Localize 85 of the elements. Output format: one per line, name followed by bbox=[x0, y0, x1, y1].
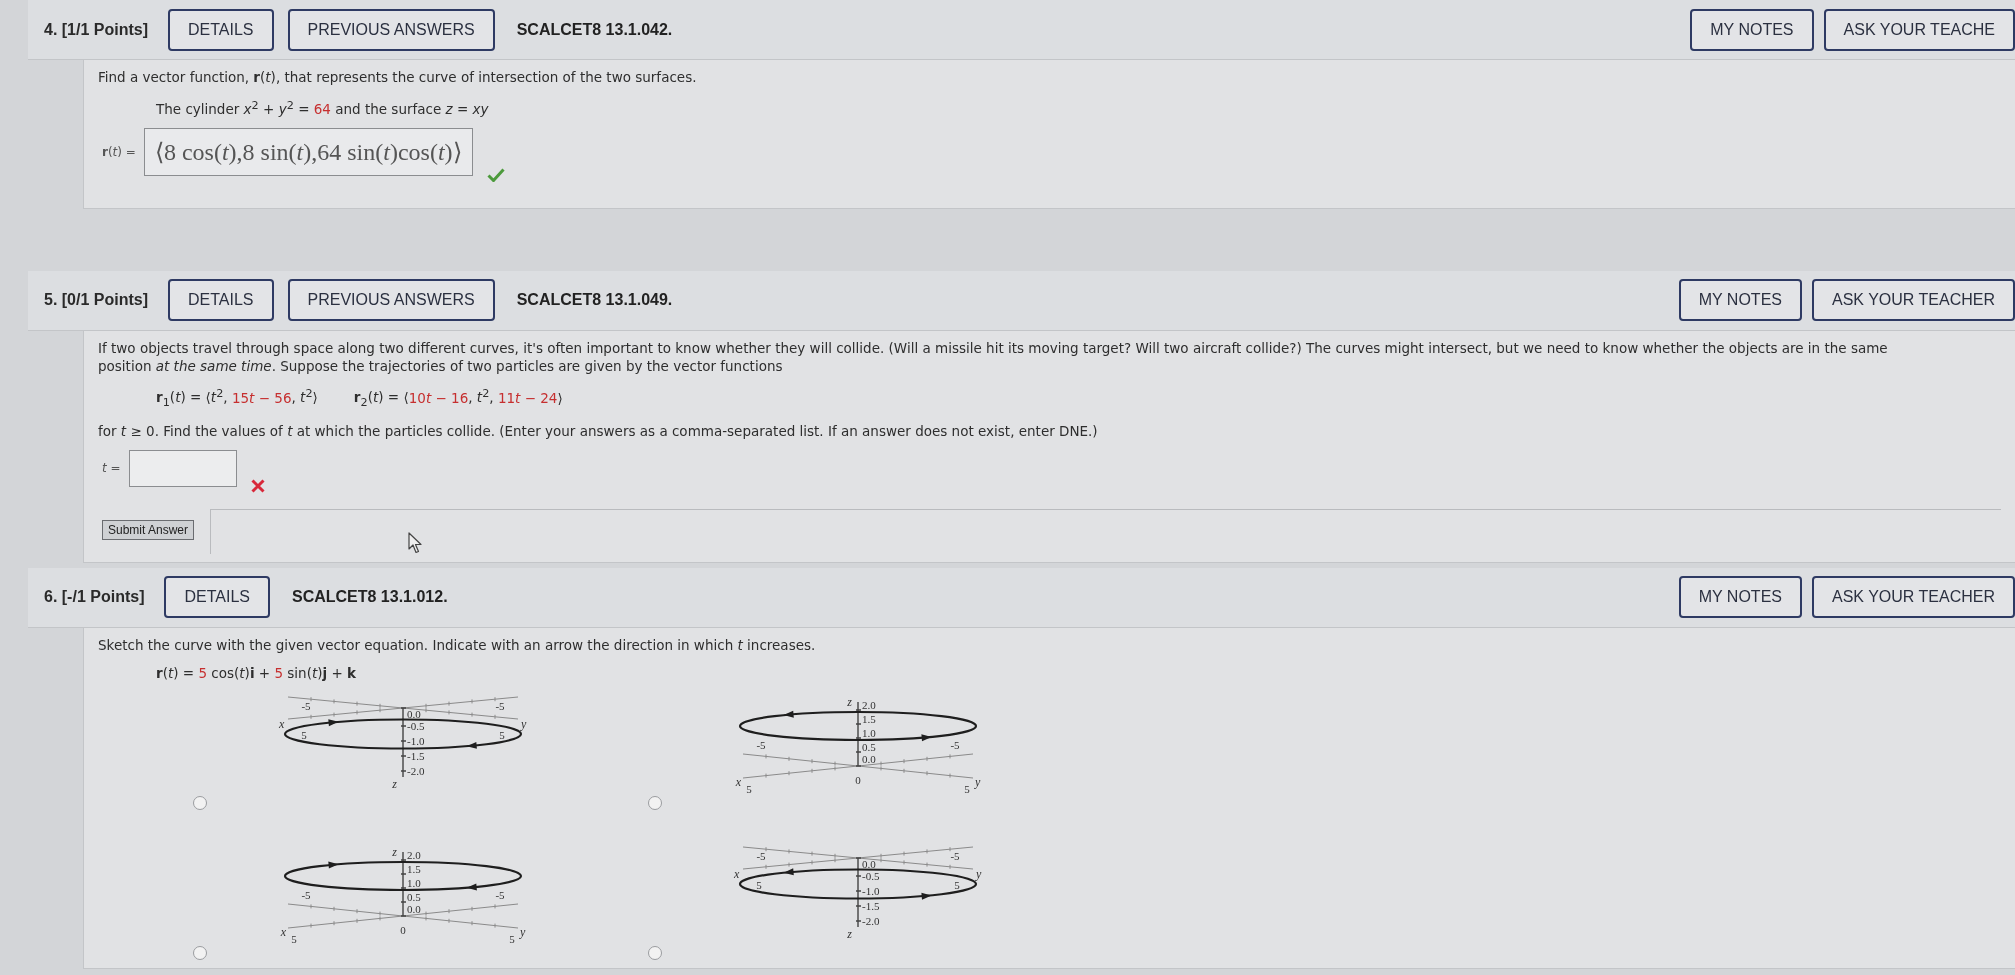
tick-label: 5 bbox=[301, 728, 307, 741]
tick-label: -1.5 bbox=[407, 749, 425, 762]
tick-label: -1.0 bbox=[862, 884, 880, 897]
axis-label: z bbox=[392, 776, 397, 791]
tick-label: -5 bbox=[301, 699, 311, 712]
tick-label: 1.0 bbox=[407, 876, 421, 889]
equation: r(t) = 5 cos(t)i + 5 sin(t)j + k bbox=[156, 663, 357, 682]
answer-label: t = bbox=[102, 461, 121, 476]
tick-label: -1.5 bbox=[862, 899, 880, 912]
axis-label: z bbox=[847, 926, 852, 941]
side-button[interactable]: MY NOTES bbox=[1678, 576, 1802, 619]
tick-label: -0.5 bbox=[862, 869, 880, 882]
axis-label: y bbox=[520, 924, 526, 939]
axis-label: y bbox=[521, 716, 527, 731]
axis-label: y bbox=[976, 866, 982, 881]
tick-label: 1.0 bbox=[862, 726, 876, 739]
radio-button[interactable] bbox=[648, 795, 662, 810]
tick-label: 5 bbox=[964, 782, 970, 795]
header-button[interactable]: DETAILS bbox=[168, 8, 274, 51]
tick-label: -2.0 bbox=[407, 764, 425, 777]
tick-label: 1.5 bbox=[407, 862, 421, 875]
question-text: Find a vector function, r(t), that represents the curve of intersection of the two surfaces. bbox=[98, 68, 698, 86]
tick-label: -5 bbox=[301, 888, 311, 901]
side-button[interactable]: MY NOTES bbox=[1690, 8, 1814, 51]
tick-label: 1.5 bbox=[862, 712, 876, 725]
question-title: 6. [-/1 Points] bbox=[44, 588, 145, 607]
radio-button[interactable] bbox=[648, 945, 662, 960]
question-text: Sketch the curve with the given vector equation. Indicate with an arrow the direction in which t increases. bbox=[98, 635, 817, 654]
question-text: for t ≥ 0. Find the values of t at which the particles collide. (Enter your answers as a comma-separated list. If an answer does not exist, enter DNE.) bbox=[98, 421, 1099, 440]
tick-label: 5 bbox=[954, 878, 960, 891]
tick-label: -5 bbox=[950, 738, 960, 751]
tick-label: -5 bbox=[950, 849, 960, 862]
side-button[interactable]: ASK YOUR TEACHER bbox=[1812, 576, 2015, 619]
header-button[interactable]: DETAILS bbox=[164, 576, 270, 619]
tick-label: -5 bbox=[756, 738, 766, 751]
question-title: 5. [0/1 Points] bbox=[44, 291, 149, 309]
axis-label: x bbox=[735, 774, 741, 789]
tick-label: 5 bbox=[291, 932, 297, 945]
submit-button[interactable]: Submit Answer bbox=[102, 519, 195, 540]
tick-label: 2.0 bbox=[407, 848, 421, 861]
radio-button[interactable] bbox=[193, 795, 207, 810]
radio-button[interactable] bbox=[193, 945, 207, 960]
equation: The cylinder x$^{2}$ + y$^{2}$ = 64 and the surface z = xy bbox=[156, 97, 489, 118]
tick-label: -1.0 bbox=[407, 734, 425, 747]
question-title: 4. [1/1 Points] bbox=[44, 20, 149, 39]
question-text: If two objects travel through space along two different curves, it's often important to know whether they will collide. (Will a missile hit its moving target? Will two aircraft collide?) The curves might intersect, but we need to know whether the objects are in the same position at the same time. Suppose the trajectories of two particles are given by the vector functions bbox=[98, 338, 1889, 375]
axis-label: x bbox=[279, 716, 285, 731]
question-code: SCALCET8 13.1.042. bbox=[516, 20, 673, 39]
axis-label: z bbox=[392, 844, 397, 859]
tick-label: 0.0 bbox=[862, 857, 876, 870]
tick-label: -2.0 bbox=[862, 914, 880, 927]
tick-label: -5 bbox=[495, 888, 505, 901]
tick-label: 5 bbox=[499, 728, 505, 741]
tick-label: -5 bbox=[756, 849, 766, 862]
cursor-icon bbox=[408, 532, 422, 554]
axis-label: z bbox=[847, 694, 852, 709]
tick-label: 0.0 bbox=[407, 902, 421, 915]
axis-label: y bbox=[975, 774, 981, 789]
answer-label: r(t) = bbox=[102, 144, 136, 159]
answer-field[interactable]: ⟨8 cos(t),8 sin(t),64 sin(t)cos(t)⟩ bbox=[143, 127, 473, 176]
header-button[interactable]: DETAILS bbox=[168, 279, 274, 321]
tick-label: -0.5 bbox=[407, 719, 425, 732]
origin-label: 0 bbox=[400, 923, 406, 936]
side-button[interactable]: ASK YOUR TEACHER bbox=[1812, 279, 2015, 321]
equation: r$_{1}$(t) = ⟨t$^{2}$, 15t − 56, t$^{2}$⟩ bbox=[156, 385, 318, 411]
tick-label: 5 bbox=[509, 932, 515, 945]
tick-label: 5 bbox=[746, 782, 752, 795]
tick-label: -5 bbox=[495, 699, 505, 712]
question-code: SCALCET8 13.1.012. bbox=[291, 588, 448, 607]
header-button[interactable]: PREVIOUS ANSWERS bbox=[287, 279, 495, 321]
tick-label: 0.0 bbox=[862, 752, 876, 765]
answer-field[interactable] bbox=[128, 449, 237, 487]
tick-label: 0.0 bbox=[407, 707, 421, 720]
equation: r$_{2}$(t) = ⟨10t − 16, t$^{2}$, 11t − 24⟩ bbox=[353, 385, 563, 411]
origin-label: 0 bbox=[855, 773, 861, 786]
tick-label: 2.0 bbox=[862, 698, 876, 711]
axis-label: x bbox=[280, 924, 286, 939]
tick-label: 5 bbox=[756, 878, 762, 891]
side-button[interactable]: MY NOTES bbox=[1678, 279, 1802, 321]
axis-label: x bbox=[734, 866, 740, 881]
header-button[interactable]: PREVIOUS ANSWERS bbox=[287, 8, 495, 51]
tick-label: 0.5 bbox=[862, 740, 876, 753]
question-code: SCALCET8 13.1.049. bbox=[516, 291, 673, 309]
side-button[interactable]: ASK YOUR TEACHE bbox=[1823, 8, 2015, 51]
tick-label: 0.5 bbox=[407, 890, 421, 903]
